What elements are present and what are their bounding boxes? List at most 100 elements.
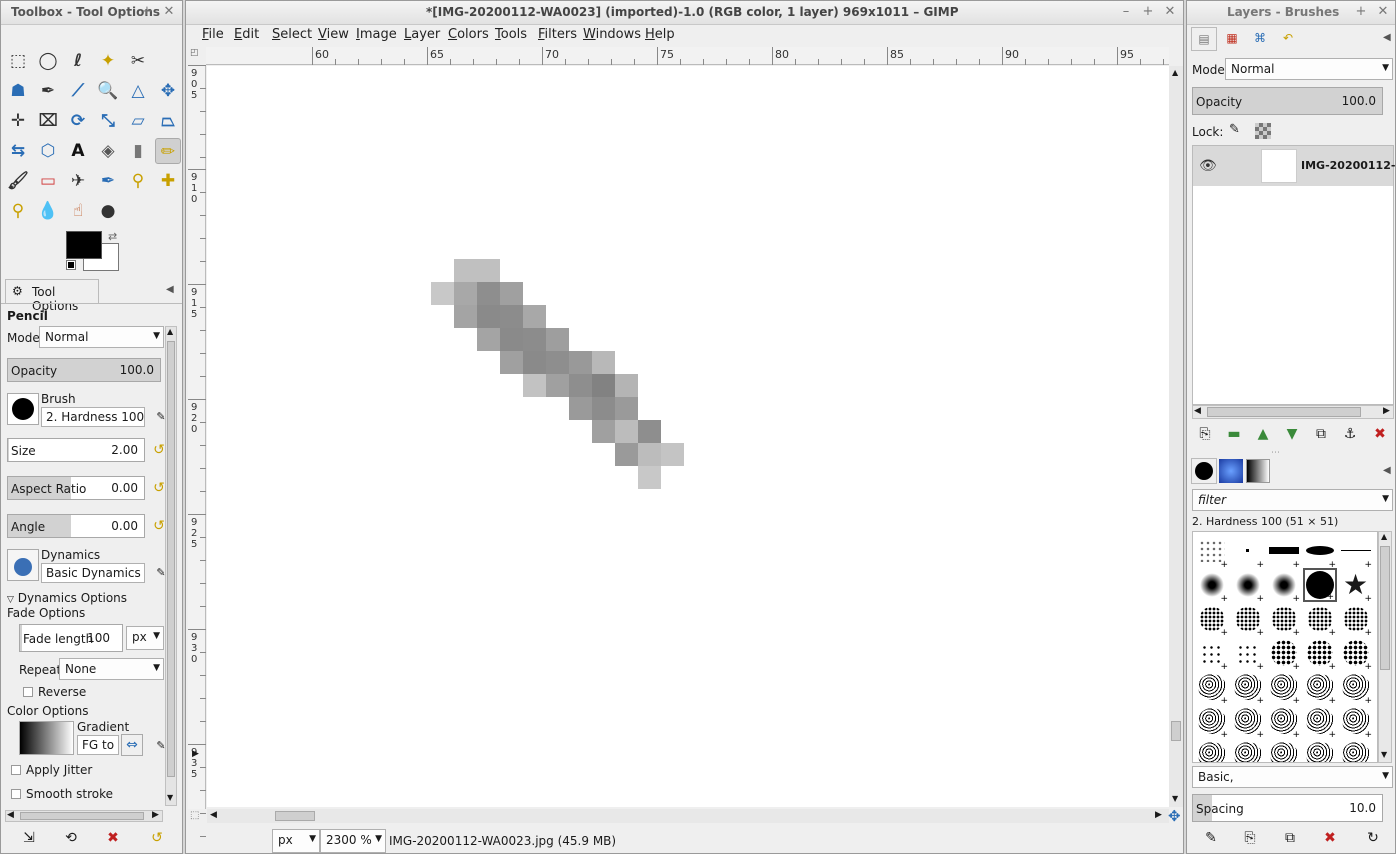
smooth-stroke-checkbox[interactable]	[11, 789, 21, 799]
image-canvas[interactable]	[207, 66, 1169, 807]
repeat-select[interactable]: None ▼	[59, 658, 164, 680]
layers-titlebar[interactable]: Layers - Brushes + ✕	[1187, 1, 1395, 25]
brush-thumbnail[interactable]: +	[1267, 670, 1301, 706]
menu-edit[interactable]: Edit	[234, 27, 259, 42]
brush-thumbnail[interactable]: +	[1303, 704, 1337, 740]
brush-thumbnail[interactable]: +	[1195, 636, 1229, 672]
free-select-icon[interactable]: ℓ	[65, 48, 91, 74]
ruler-corner[interactable]: ◰	[190, 48, 204, 64]
brush-thumbnail[interactable]: +	[1339, 636, 1373, 672]
dynamics-options-expander[interactable]: ▽ Dynamics Options	[7, 591, 127, 605]
smudge-icon[interactable]: ☝	[65, 198, 91, 224]
mode-select[interactable]: Normal ▼	[39, 326, 164, 348]
tab-undo-history[interactable]: ↶	[1275, 27, 1301, 51]
airbrush-icon[interactable]: ✈	[65, 168, 91, 194]
canvas-vscrollbar[interactable]: ▲ ▼	[1169, 66, 1183, 807]
menu-filters[interactable]: Filters	[538, 27, 577, 42]
quick-mask-icon[interactable]: ⬚	[190, 810, 199, 821]
tab-menu-icon[interactable]: ◀	[166, 284, 174, 295]
tab-menu-icon[interactable]: ◀	[1383, 465, 1391, 476]
brush-thumbnail[interactable]: +	[1267, 568, 1301, 604]
brush-thumbnail[interactable]: +	[1231, 602, 1265, 638]
close-icon[interactable]: ✕	[1375, 4, 1391, 20]
scroll-left-icon[interactable]: ◀	[7, 810, 14, 820]
brush-thumbnail[interactable]: +	[1267, 534, 1301, 570]
minimize-icon[interactable]: –	[1118, 4, 1134, 20]
brush-thumbnail[interactable]: +	[1195, 534, 1229, 570]
maximize-icon[interactable]: +	[1353, 4, 1369, 20]
tab-patterns[interactable]	[1219, 459, 1243, 483]
color-picker-icon[interactable]: ⟋	[65, 78, 91, 104]
brush-thumbnail[interactable]: +	[1231, 670, 1265, 706]
gradient-field[interactable]: FG to B	[77, 735, 119, 755]
lock-pixels-icon[interactable]: ✎	[1229, 122, 1240, 137]
ellipse-select-icon[interactable]: ◯	[35, 48, 61, 74]
vscroll-thumb[interactable]	[1171, 721, 1181, 741]
close-icon[interactable]: ✕	[1162, 4, 1178, 20]
hscroll-thumb[interactable]	[275, 811, 315, 821]
opacity-slider[interactable]: Opacity 100.0	[7, 358, 161, 382]
vscroll-thumb[interactable]	[1380, 546, 1390, 670]
fade-unit-select[interactable]: px ▼	[126, 626, 164, 650]
scroll-down-icon[interactable]: ▼	[167, 793, 173, 802]
scroll-right-icon[interactable]: ▶	[1155, 810, 1162, 820]
new-brush-icon[interactable]: ⎘	[1240, 828, 1260, 848]
layer-opacity-slider[interactable]: Opacity 100.0	[1192, 87, 1383, 115]
brush-thumbnail[interactable]: +	[1231, 636, 1265, 672]
paths-icon[interactable]: ✒	[35, 78, 61, 104]
save-options-icon[interactable]: ⇲	[19, 828, 39, 848]
gradient-preview[interactable]	[19, 721, 74, 755]
fuzzy-select-icon[interactable]: ✦	[95, 48, 121, 74]
menu-select[interactable]: Select	[272, 27, 312, 42]
brush-thumbnail[interactable]: +	[1339, 534, 1373, 570]
brush-thumbnail[interactable]: +	[1267, 636, 1301, 672]
scroll-left-icon[interactable]: ◀	[210, 810, 217, 820]
brush-thumbnail[interactable]: ★ +	[1339, 568, 1373, 604]
measure-icon[interactable]: △	[125, 78, 151, 104]
dynamics-field[interactable]: Basic Dynamics	[41, 563, 145, 583]
lock-alpha-icon[interactable]	[1255, 123, 1271, 139]
brush-thumbnail[interactable]: +	[1195, 738, 1229, 762]
default-colors-icon[interactable]	[66, 260, 76, 270]
new-layer-group-icon[interactable]: ▬	[1224, 424, 1244, 444]
visibility-eye-icon[interactable]: 👁	[1199, 158, 1217, 174]
scroll-left-icon[interactable]: ◀	[1194, 406, 1201, 416]
scroll-up-icon[interactable]: ▲	[167, 327, 173, 336]
layer-row[interactable]: 👁 IMG-20200112-WA0023	[1193, 146, 1395, 186]
brush-thumbnail[interactable]: +	[1339, 602, 1373, 638]
reverse-gradient-icon[interactable]: ⇔	[121, 734, 143, 756]
reverse-checkbox[interactable]	[23, 687, 33, 697]
layer-name[interactable]: IMG-20200112-WA0023	[1301, 159, 1395, 172]
menu-image[interactable]: Image	[356, 27, 397, 42]
brush-filter-input[interactable]: filter ▼	[1192, 489, 1393, 511]
fade-length-slider[interactable]: Fade length 100	[19, 624, 123, 652]
scroll-down-icon[interactable]: ▼	[1172, 794, 1178, 803]
rect-select-icon[interactable]: ⬚	[5, 48, 31, 74]
zoom-select[interactable]: 2300 % ▼	[320, 829, 386, 853]
blend-icon[interactable]: ▮	[125, 138, 151, 164]
tool-options-scrollbar[interactable]: ▲ ▼	[165, 326, 177, 806]
zoom-icon[interactable]: 🔍	[95, 78, 121, 104]
lower-layer-icon[interactable]: ▼	[1282, 424, 1302, 444]
brush-thumbnail[interactable]: +	[1267, 738, 1301, 762]
shear-icon[interactable]: ▱	[125, 108, 151, 134]
brush-thumbnail[interactable]: +	[1267, 704, 1301, 740]
aspect-ratio-slider[interactable]: Aspect Ratio 0.00	[7, 476, 145, 500]
scroll-up-icon[interactable]: ▲	[1172, 68, 1178, 77]
brush-thumbnail[interactable]: +	[1231, 704, 1265, 740]
tool-options-tab[interactable]: ⚙ Tool Options	[5, 279, 99, 313]
tab-gradients[interactable]	[1246, 459, 1270, 483]
crop-icon[interactable]: ⌧	[35, 108, 61, 134]
brush-thumbnail[interactable]: +	[1303, 636, 1337, 672]
foreground-select-icon[interactable]: ☗	[5, 78, 31, 104]
unit-select[interactable]: px ▼	[272, 829, 320, 853]
brush-thumbnail[interactable]: +	[1195, 670, 1229, 706]
clone-icon[interactable]: ⚲	[125, 168, 151, 194]
brush-thumbnail[interactable]: +	[1231, 534, 1265, 570]
spacing-slider[interactable]: Spacing 10.0	[1192, 794, 1383, 822]
raise-layer-icon[interactable]: ▲	[1253, 424, 1273, 444]
horizontal-ruler[interactable]: 60 65 70 75 80 85 90 95	[206, 47, 1169, 65]
menu-tools[interactable]: Tools	[495, 27, 527, 42]
tab-menu-icon[interactable]: ◀	[1383, 32, 1391, 43]
reset-options-icon[interactable]: ↺	[147, 828, 167, 848]
